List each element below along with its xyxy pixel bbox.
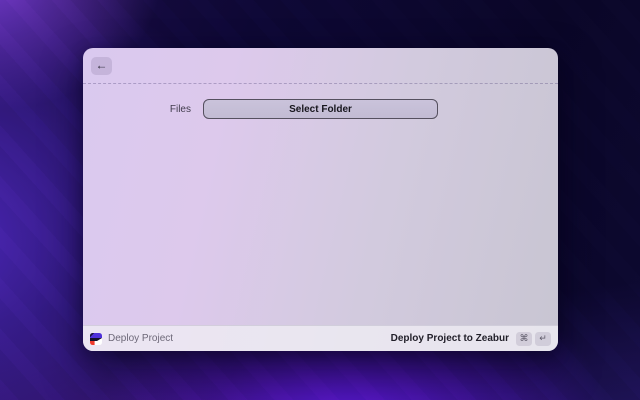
select-folder-button[interactable]: Select Folder: [203, 99, 438, 119]
footer-app-info: Deploy Project: [90, 333, 173, 345]
enter-key-icon: ↵: [535, 332, 551, 346]
files-form-row: Files Select Folder: [83, 99, 558, 119]
window-footer: Deploy Project Deploy Project to Zeabur …: [83, 325, 558, 351]
deploy-project-window: ← Files Select Folder: [83, 48, 558, 351]
desktop-background: ← Files Select Folder: [0, 0, 640, 400]
files-label: Files: [83, 104, 191, 115]
primary-action-label: Deploy Project to Zeabur: [391, 333, 509, 344]
window-header: ←: [83, 48, 558, 84]
back-button[interactable]: ←: [91, 57, 112, 75]
footer-app-name: Deploy Project: [108, 333, 173, 344]
form-area: Files Select Folder: [83, 84, 558, 325]
cmd-key-icon: ⌘: [516, 332, 532, 346]
primary-action-button[interactable]: Deploy Project to Zeabur ⌘ ↵: [391, 332, 551, 346]
zeabur-logo-icon: [90, 333, 102, 345]
